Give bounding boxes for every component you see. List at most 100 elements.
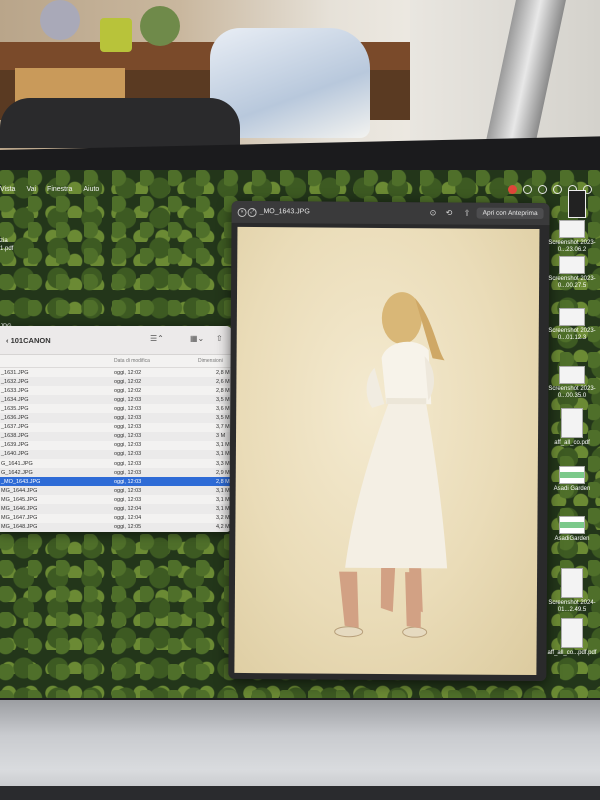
file-date: oggi, 12:03 [114, 396, 142, 403]
table-row[interactable]: MG_1647.JPG oggi, 12:04 3,2 M [0, 514, 232, 523]
open-with-preview-button[interactable]: Apri con Anteprima [476, 207, 544, 220]
file-size: 2,9 M [216, 469, 230, 476]
screenshot-thumbnail [559, 256, 585, 274]
table-row[interactable]: _1632.JPG oggi, 12:02 2,6 M [0, 377, 232, 387]
screenshot-thumbnail [561, 568, 583, 598]
file-name: _1637.JPG [1, 424, 29, 431]
table-row[interactable]: _1637.JPG oggi, 12:03 3,7 M [0, 423, 232, 432]
file-size: 3,6 M [216, 405, 230, 412]
column-size[interactable]: Dimensioni [198, 358, 223, 364]
desktop-icon-label: Screenshot 2023-0...00.27.5 [548, 276, 596, 289]
wifi-icon[interactable] [553, 184, 562, 194]
close-icon[interactable]: × [237, 207, 247, 218]
file-date: oggi, 12:03 [114, 451, 142, 458]
markup-icon[interactable]: ⊙ [430, 208, 437, 217]
menu-finestra[interactable]: Finestra [47, 186, 72, 193]
file-name: _1635.JPG [1, 405, 29, 412]
desktop-icon-label: aff_all_co...pdf.pdf [547, 650, 597, 656]
file-size: 2,6 M [216, 378, 230, 385]
table-row-selected[interactable]: _MO_1643.JPG oggi, 12:03 2,8 M [0, 477, 232, 487]
circle-icon[interactable] [523, 184, 532, 194]
grid-view-icon[interactable]: ▦⌄ [190, 334, 204, 343]
table-row[interactable]: _1638.JPG oggi, 12:03 3 M [0, 431, 232, 441]
table-row[interactable]: _1640.JPG oggi, 12:03 3,1 M [0, 449, 232, 459]
table-row[interactable]: _1639.JPG oggi, 12:03 3,1 M [0, 441, 232, 450]
file-name: _1636.JPG [1, 415, 29, 422]
file-name: _1640.JPG [1, 451, 29, 458]
desktop-icon-screenshot[interactable]: Screenshot 2024-01...2.49.5 [544, 568, 600, 614]
laptop-base [0, 700, 600, 800]
file-thumbnail[interactable] [568, 190, 586, 218]
share-icon[interactable]: ⇧ [464, 209, 471, 218]
table-row[interactable]: G_1642.JPG oggi, 12:03 2,9 M [0, 468, 232, 478]
finder-toolbar: ‹ 101CANON ☰⌃ ▦⌄ ⇧ [0, 326, 232, 355]
file-date: oggi, 12:04 [114, 506, 142, 512]
menu-vai[interactable]: Vai [26, 186, 36, 193]
fullscreen-icon[interactable]: ⤢ [247, 208, 257, 218]
finder-file-list: _1631.JPG oggi, 12:02 2,8 M _1632.JPG oggi,… [0, 368, 232, 532]
finder-column-header: Data di modifica Dimensioni [0, 355, 232, 368]
desktop-icon-label: Screenshot 2023-0...01.12.3 [548, 328, 596, 341]
record-icon[interactable] [508, 184, 517, 194]
desktop-icon-screenshot[interactable]: Screenshot 2023-0...00.27.5 [544, 256, 600, 290]
file-size: 3,5 M [216, 396, 230, 403]
desktop-icon-spreadsheet[interactable]: AsadiGarden [544, 516, 600, 543]
table-row[interactable]: _1634.JPG oggi, 12:03 3,5 M [0, 395, 232, 405]
file-name: _1633.JPG [1, 387, 29, 394]
screenshot-thumbnail [559, 220, 585, 238]
menu-vista[interactable]: Vista [0, 186, 15, 193]
file-date: oggi, 12:03 [114, 487, 142, 494]
quicklook-titlebar: × ⤢ _MO_1643.JPG ⊙ ⟲ ⇧ Apri con Anteprim… [231, 200, 550, 226]
file-size: 3,1 M [216, 442, 230, 449]
desktop-icon-label: Asadi Garden [553, 486, 591, 492]
menu-aiuto[interactable]: Aiuto [83, 186, 99, 193]
table-row[interactable]: G_1641.JPG oggi, 12:03 3,3 M [0, 459, 232, 468]
desktop-icon-label: aff_all_co.pdf [554, 440, 590, 446]
table-row[interactable]: _1636.JPG oggi, 12:03 3,5 M [0, 413, 232, 423]
keyboard-edge [0, 786, 600, 800]
desktop-icon-screenshot[interactable]: Screenshot 2023-0...00.35.0 [544, 366, 600, 400]
desktop-icon-screenshot[interactable]: Screenshot 2023-0...01.12.3 [544, 308, 600, 342]
desktop-file-label[interactable]: 1.pdf [0, 246, 13, 252]
table-row[interactable]: _1633.JPG oggi, 12:02 2,8 M [0, 386, 232, 395]
quicklook-window[interactable]: × ⤢ _MO_1643.JPG ⊙ ⟲ ⇧ Apri con Anteprim… [228, 200, 550, 682]
table-row[interactable]: _1631.JPG oggi, 12:02 2,8 M [0, 368, 232, 377]
pdf-thumbnail [561, 618, 583, 648]
desktop-icon-label: Screenshot 2023-0...23.06.2 [548, 240, 596, 253]
finder-window[interactable]: ‹ 101CANON ☰⌃ ▦⌄ ⇧ Data di modifica Dime… [0, 326, 232, 532]
room-background [0, 0, 600, 160]
table-row[interactable]: MG_1644.JPG oggi, 12:03 3,1 M [0, 486, 232, 496]
desktop-icon-pdf[interactable]: aff_all_co...pdf.pdf [544, 618, 600, 657]
file-name: _MO_1643.JPG [1, 478, 41, 485]
file-size: 3,1 M [216, 496, 230, 503]
screenshot-thumbnail [559, 308, 585, 326]
file-name: MG_1644.JPG [1, 487, 38, 494]
file-name: _1638.JPG [1, 433, 29, 440]
table-row[interactable]: MG_1645.JPG oggi, 12:03 3,1 M [0, 495, 232, 504]
laptop-screen: Vista Vai Finestra Aiuto zia 1.pdf JPG ‹… [0, 170, 600, 698]
file-date: oggi, 12:04 [114, 515, 142, 522]
spreadsheet-thumbnail [559, 466, 585, 484]
share-icon[interactable]: ⇧ [216, 334, 223, 343]
table-row[interactable]: MG_1646.JPG oggi, 12:04 3,1 M [0, 504, 232, 514]
file-date: oggi, 12:03 [114, 405, 142, 412]
desktop-icon-pdf[interactable]: aff_all_co.pdf [544, 408, 600, 447]
file-size: 3,5 M [216, 415, 230, 422]
table-row[interactable]: _1635.JPG oggi, 12:03 3,6 M [0, 404, 232, 413]
desktop-file-label[interactable]: zia [0, 238, 8, 244]
screenshot-thumbnail [559, 366, 585, 384]
desktop-icon-screenshot[interactable]: Screenshot 2023-0...23.06.2 [544, 220, 600, 254]
desktop-icon-spreadsheet[interactable]: Asadi Garden [544, 466, 600, 493]
fashion-photo [234, 226, 540, 676]
rotate-icon[interactable]: ⟲ [446, 208, 453, 217]
file-size: 3,2 M [216, 515, 230, 522]
plant [140, 6, 180, 46]
desktop-icon-label: Screenshot 2024-01...2.49.5 [548, 600, 596, 613]
folder-name: 101CANON [10, 336, 51, 345]
table-row[interactable]: MG_1648.JPG oggi, 12:05 4,2 M [0, 522, 232, 532]
desktop-icon-label: Screenshot 2023-0...00.35.0 [548, 386, 596, 399]
column-date[interactable]: Data di modifica [114, 358, 150, 364]
bluetooth-icon[interactable] [538, 184, 547, 194]
file-name: MG_1646.JPG [1, 506, 38, 512]
list-view-icon[interactable]: ☰⌃ [150, 334, 164, 343]
